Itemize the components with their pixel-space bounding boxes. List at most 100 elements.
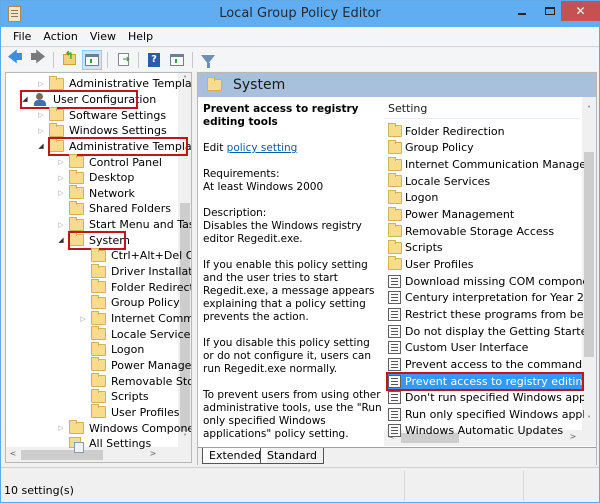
list-item-folder[interactable]: User Profiles [388,256,584,273]
list-item-folder[interactable]: Internet Communication Management [388,156,584,173]
folder-icon [207,77,222,91]
list-item-folder[interactable]: Folder Redirection [388,123,584,140]
up-folder-icon [62,49,76,65]
tree-item[interactable]: ▷ Software Settings [36,107,166,123]
list-item-setting[interactable]: Prevent access to the command promp [388,356,584,373]
scroll-down-icon[interactable]: ˅ [582,415,596,424]
scroll-up-icon[interactable]: ˄ [582,105,596,114]
list-item-folder[interactable]: Group Policy [388,139,584,157]
list-item-folder[interactable]: Power Management [388,206,584,223]
list-item-label: Don't run specified Windows applicatic [405,391,584,405]
show-hide-tree-button[interactable] [82,49,102,70]
folder-icon [91,326,106,341]
toolbar-separator [107,51,108,68]
tree-item[interactable]: ▷ Network [56,185,135,202]
folder-icon [91,310,106,325]
edit-policy-setting-link[interactable]: policy setting [227,142,298,154]
menu-bar: File Action View Help [1,27,599,47]
tree-item[interactable]: User Profiles [78,404,180,421]
export-list-button[interactable] [113,50,133,70]
tree-item[interactable]: All Settings [56,436,151,453]
list-item-folder[interactable]: Locale Services [388,173,584,190]
toolbar-separator [53,51,54,68]
description-block: Description: Disables the Windows registr… [203,207,383,246]
list-item-setting[interactable]: Download missing COM components [388,273,584,290]
list-item-setting[interactable]: Do not display the Getting Started welc [388,323,584,340]
tree-item[interactable]: Group Policy [78,294,180,311]
tree-item[interactable]: ▷ Windows Component [56,420,191,436]
tree-item-label: Ctrl+Alt+Del Optio [111,249,191,263]
list-item-setting[interactable]: Run only specified Windows applicatio [388,406,584,423]
close-button[interactable]: ✕ [561,1,600,21]
tree-pane[interactable]: ˄ ˅ < > ▷Administrative Templates◢User C… [5,72,192,463]
list-item-setting[interactable]: Custom User Interface [388,339,584,356]
tree-item[interactable]: Driver Installation [78,263,191,280]
scroll-left-icon[interactable]: < [6,449,20,458]
list-item-label: Locale Services [405,174,491,188]
expand-arrow-icon[interactable]: ▷ [78,315,88,323]
list-item-label: Download missing COM components [405,274,584,288]
list-vscroll-thumb[interactable] [584,152,594,357]
forward-button[interactable]: 🡆 [28,48,48,70]
list-item-label: Folder Redirection [405,124,505,138]
expand-arrow-icon[interactable]: ▷ [36,111,46,119]
expand-arrow-icon[interactable]: ▷ [56,221,66,229]
filter-button[interactable] [198,50,218,70]
tree-item[interactable]: Removable Storage [78,373,191,389]
folder-icon [49,75,64,90]
up-one-level-button[interactable] [59,49,79,70]
tree-item[interactable]: Scripts [78,388,149,405]
show-hide-action-pane-button[interactable] [167,50,187,70]
list-item-setting[interactable]: Don't run specified Windows applicatic [388,389,584,406]
tab-standard[interactable]: Standard [260,448,325,464]
tree-item-label: Windows Component [89,421,191,435]
list-item-folder[interactable]: Scripts [388,239,584,257]
requirements-label: Requirements: [203,168,280,180]
collapse-arrow-icon[interactable]: ◢ [56,236,66,244]
help-button[interactable]: ? [144,50,164,70]
settings-list[interactable]: Setting ˄ ˅ < > Folder RedirectionGroup … [384,97,596,447]
tree-item[interactable]: ▷ Desktop [56,169,134,186]
list-item-setting[interactable]: Century interpretation for Year 2000 [388,290,584,307]
menu-file[interactable]: File [7,27,37,46]
list-item-label: Group Policy [405,141,474,155]
expand-arrow-icon[interactable]: ▷ [56,174,66,182]
folder-icon [388,206,402,221]
tree-item[interactable]: Locale Services [78,326,191,342]
expand-arrow-icon[interactable]: ▷ [56,424,66,432]
minimize-button[interactable] [507,1,537,21]
list-vertical-scrollbar[interactable]: ˄ ˅ [582,97,596,430]
menu-action[interactable]: Action [37,27,83,46]
tree-item[interactable]: Logon [78,341,144,358]
policy-setting-icon [388,341,401,355]
back-button[interactable]: 🡄 [5,48,25,70]
list-item-folder[interactable]: Removable Storage Access [388,223,584,240]
tree-item[interactable]: Ctrl+Alt+Del Optio [78,247,191,264]
title-bar[interactable]: Local Group Policy Editor ✕ [1,1,600,27]
list-item-label: Windows Automatic Updates [405,424,564,438]
disable-paragraph: If you disable this policy setting or do… [203,337,371,375]
folder-icon [91,294,106,309]
tree-item[interactable]: Power Managemer [78,357,191,374]
expand-arrow-icon[interactable]: ▷ [56,158,66,166]
minimize-icon [518,13,526,15]
column-header-setting[interactable]: Setting [388,102,427,115]
menu-view[interactable]: View [84,27,122,46]
tree-item[interactable]: ▷ Control Panel [56,154,162,170]
menu-help[interactable]: Help [122,27,159,46]
tree-item[interactable]: Folder Redirection [78,279,191,295]
folder-icon [388,123,402,138]
expand-arrow-icon[interactable]: ▷ [56,189,66,197]
tab-extended[interactable]: Extended [202,448,268,464]
maximize-icon [545,7,555,15]
collapse-arrow-icon[interactable]: ◢ [36,142,46,150]
export-list-icon [117,53,130,66]
expand-arrow-icon[interactable]: ▷ [36,80,46,88]
list-item-setting[interactable]: Restrict these programs from being lau [388,306,584,323]
tree-item[interactable]: ▷ Internet Communi [78,310,191,327]
list-item-folder[interactable]: Logon [388,189,584,207]
expand-arrow-icon[interactable]: ▷ [36,127,46,135]
tree-item[interactable]: Shared Folders [56,200,171,217]
list-item-setting[interactable]: Windows Automatic Updates [388,423,584,440]
enable-paragraph: If you enable this policy setting and th… [203,259,375,323]
